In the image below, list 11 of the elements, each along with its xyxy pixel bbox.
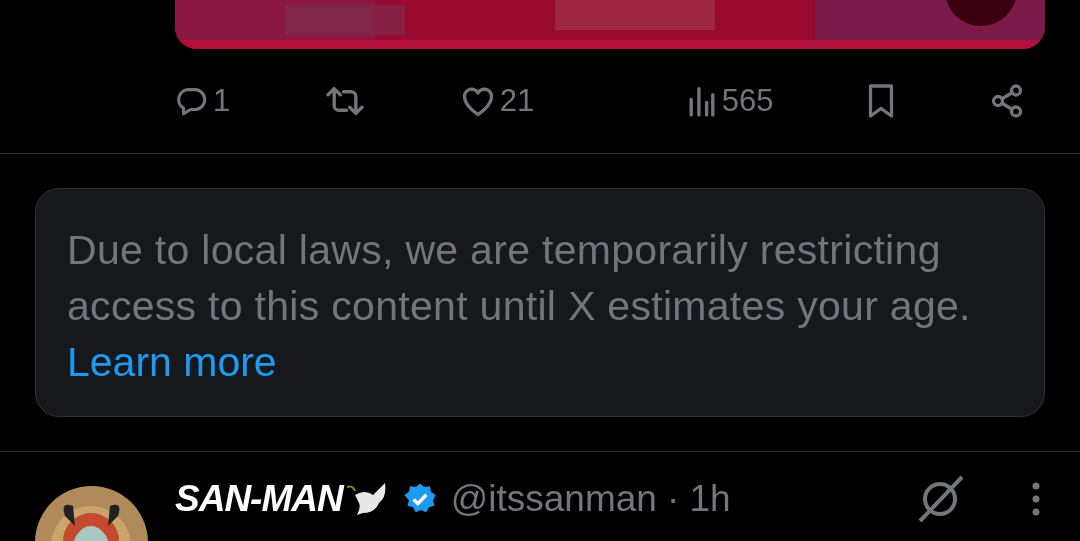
learn-more-link[interactable]: Learn more [67, 339, 277, 385]
views-button[interactable]: 565 [685, 77, 774, 125]
notice-text: Due to local laws, we are temporarily restricting access to this content until X estimates your age. [67, 226, 972, 331]
like-button[interactable]: 21 [459, 77, 535, 125]
reply-button[interactable]: 1 [175, 77, 231, 125]
more-options-icon[interactable] [1032, 482, 1040, 516]
share-icon [989, 83, 1025, 119]
author-name: SAN-MAN [175, 477, 343, 522]
post-time: · 1h [666, 477, 731, 522]
share-button[interactable] [989, 83, 1025, 119]
author-handle: @itssanman [450, 477, 657, 522]
